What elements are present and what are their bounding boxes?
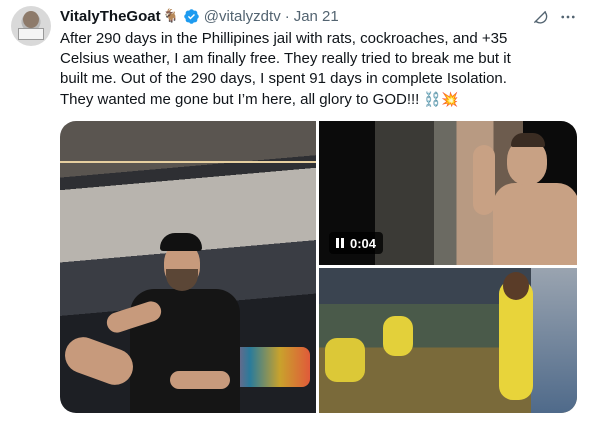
man-beard xyxy=(166,269,198,291)
more-icon[interactable] xyxy=(559,8,577,26)
bunk-bed xyxy=(531,268,577,413)
seated-inmate xyxy=(325,338,365,382)
author-display-name[interactable]: VitalyTheGoat xyxy=(60,8,161,25)
media-grid: 0:04 xyxy=(60,121,577,413)
standing-inmate-head xyxy=(503,272,529,300)
tweet-text: After 290 days in the Phillipines jail w… xyxy=(60,29,530,110)
video-person-hair xyxy=(511,133,545,147)
video-frame xyxy=(375,121,577,265)
video-person-body xyxy=(493,183,577,265)
video-duration-badge[interactable]: 0:04 xyxy=(329,232,384,254)
man-leg xyxy=(60,332,139,390)
verified-badge-icon xyxy=(184,8,199,24)
tweet-date[interactable]: Jan 21 xyxy=(294,8,339,25)
man-cap xyxy=(160,233,202,251)
video-person-arm xyxy=(473,145,495,215)
separator: · xyxy=(284,7,290,25)
man-arm-right xyxy=(170,371,230,389)
photo-cell[interactable] xyxy=(319,268,577,413)
photo-main[interactable] xyxy=(60,121,316,413)
text-emojis: ⛓️💥 xyxy=(423,91,459,107)
video-duration: 0:04 xyxy=(350,235,377,251)
avatar-face xyxy=(23,11,39,28)
avatar-sign xyxy=(18,28,44,40)
tweet-header: VitalyTheGoat 🐐 @vitalyzdtv · Jan 21 xyxy=(60,6,339,26)
grok-icon[interactable] xyxy=(531,8,549,26)
roof-edge xyxy=(60,161,316,163)
video-player[interactable]: 0:04 xyxy=(319,121,577,265)
avatar[interactable] xyxy=(11,6,51,46)
pause-icon[interactable] xyxy=(336,238,344,248)
goat-emoji: 🐐 xyxy=(162,8,179,23)
author-handle[interactable]: @vitalyzdtv xyxy=(204,8,281,25)
seated-inmate xyxy=(383,316,413,356)
